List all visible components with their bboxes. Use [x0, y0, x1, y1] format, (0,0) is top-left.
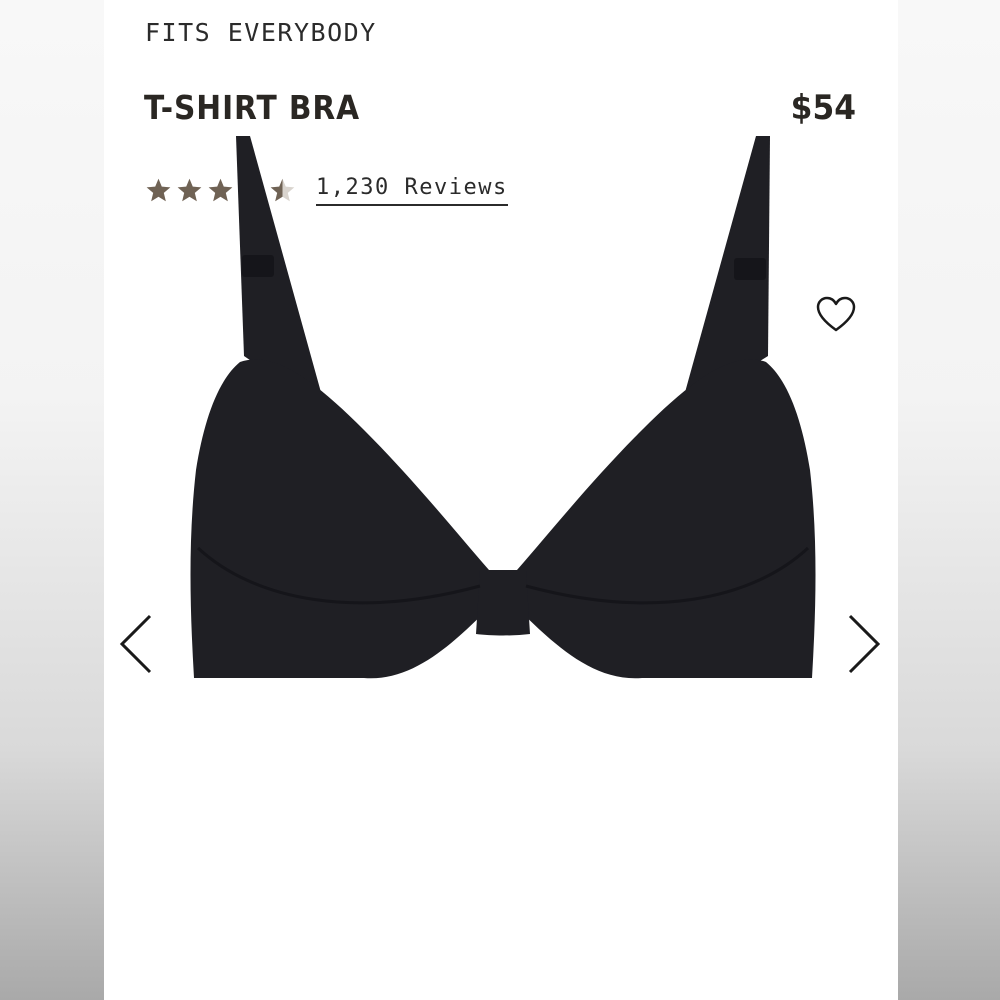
right-strap-slider: [734, 258, 766, 280]
star-icon: [146, 178, 171, 201]
collection-name: FITS EVERYBODY: [145, 18, 377, 47]
chevron-left-icon[interactable]: [116, 612, 156, 676]
left-background-panel: [0, 0, 104, 1000]
product-price: $54: [790, 88, 856, 128]
center-gore: [476, 570, 530, 636]
left-strap-slider: [242, 255, 274, 277]
right-cup: [517, 359, 816, 679]
product-page: FITS EVERYBODY T-SHIRT BRA $54 1,230 Rev…: [104, 0, 898, 1000]
right-background-panel: [898, 0, 1000, 1000]
left-cup: [190, 359, 489, 679]
product-image: [190, 136, 816, 679]
chevron-right-icon[interactable]: [844, 612, 884, 676]
product-title: T-SHIRT BRA: [144, 88, 361, 127]
